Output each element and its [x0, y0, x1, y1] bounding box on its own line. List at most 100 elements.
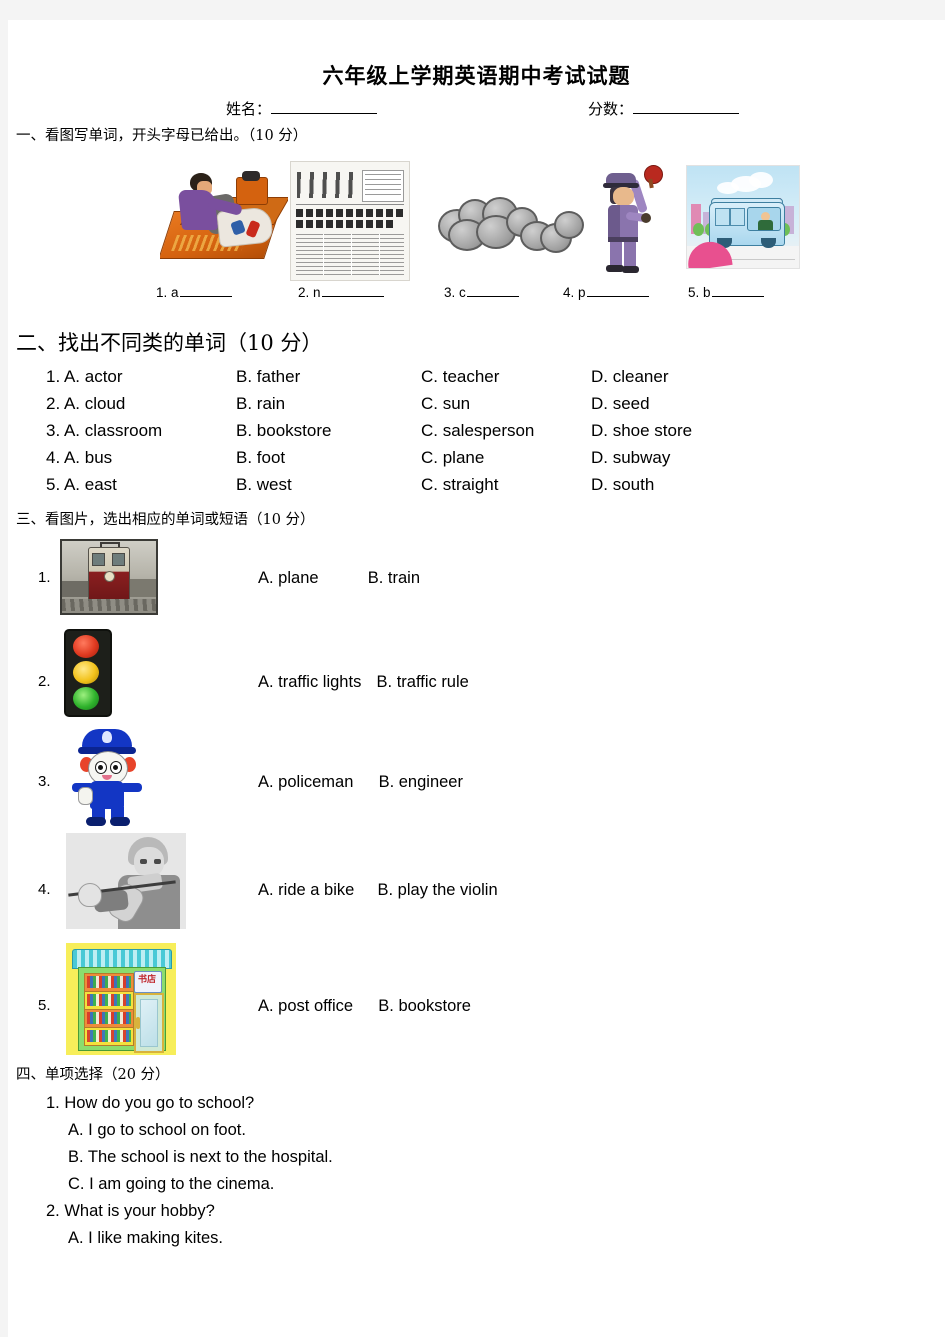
section2-heading: 二、找出不同类的单词（10 分）: [16, 331, 323, 355]
s3-item3-option-a[interactable]: A. policeman: [258, 773, 353, 791]
store-sign-text: 书店: [137, 975, 156, 985]
section1-answer-row: 1. a 2. n 3. c 4. p 5. b: [8, 283, 945, 309]
s3-item5-option-a[interactable]: A. post office: [258, 997, 353, 1015]
s3-item5-options: A. post office B. bookstore: [258, 997, 471, 1016]
table-row: 1. A. actor B. father C. teacher D. clea…: [46, 367, 945, 394]
answer-num-2: 2.: [298, 285, 310, 300]
s2-r4-option-d[interactable]: D. subway: [591, 448, 670, 468]
list-item: 3. A. policeman B. engineer: [8, 725, 945, 833]
page-title: 六年级上学期英语期中考试试题: [322, 63, 631, 88]
s2-r1-option-b[interactable]: B. father: [236, 367, 300, 387]
s2-r4-option-a[interactable]: 4. A. bus: [46, 448, 112, 468]
s3-item1-options: A. plane B. train: [258, 569, 420, 588]
traffic-light-photo: [64, 629, 112, 717]
section2-options-table: 1. A. actor B. father C. teacher D. clea…: [8, 367, 945, 502]
answer-num-4: 4.: [563, 285, 575, 300]
score-field: 分数：: [588, 98, 740, 119]
answer-prefix-1: a: [171, 285, 179, 300]
s3-item1-number: 1.: [38, 569, 51, 586]
s3-item3-options: A. policeman B. engineer: [258, 773, 463, 792]
s2-r3-option-d[interactable]: D. shoe store: [591, 421, 692, 441]
table-row: 5. A. east B. west C. straight D. south: [46, 475, 945, 502]
s4-q1-option-c[interactable]: C. I am going to the cinema.: [46, 1171, 945, 1198]
s3-item5-number: 5.: [38, 997, 51, 1014]
answer-num-1: 1.: [156, 285, 168, 300]
s2-r5-option-c[interactable]: C. straight: [421, 475, 498, 495]
score-label: 分数：: [588, 100, 634, 118]
newspaper-picture: [290, 161, 410, 281]
section3-items: 1. A. plane B. train 2. A. traffic light…: [8, 533, 945, 1061]
answer-prefix-5: b: [703, 285, 711, 300]
answer-prefix-2: n: [313, 285, 321, 300]
s3-item4-option-a[interactable]: A. ride a bike: [258, 881, 354, 899]
s2-r5-option-d[interactable]: D. south: [591, 475, 654, 495]
bookstore-photo: 书店: [66, 943, 176, 1055]
student-name-blank[interactable]: [271, 98, 378, 114]
table-row: 2. A. cloud B. rain C. sun D. seed: [46, 394, 945, 421]
section3-heading: 三、看图片，选出相应的单词或短语（10 分）: [16, 512, 315, 528]
name-score-row: 姓名： 分数：: [8, 98, 945, 124]
s4-q2-option-a[interactable]: A. I like making kites.: [46, 1225, 945, 1252]
answer-num-3: 3.: [444, 285, 456, 300]
table-row: 4. A. bus B. foot C. plane D. subway: [46, 448, 945, 475]
section4-questions: 1. How do you go to school? A. I go to s…: [8, 1090, 945, 1252]
s3-item5-option-b[interactable]: B. bookstore: [378, 997, 471, 1015]
s3-item1-option-a[interactable]: A. plane: [258, 569, 319, 587]
train-photo: [60, 539, 158, 615]
answer-blank-5[interactable]: 5. b: [688, 283, 764, 300]
s3-item2-number: 2.: [38, 673, 51, 690]
s3-item4-options: A. ride a bike B. play the violin: [258, 881, 498, 900]
list-item: 2. A. traffic lights B. traffic rule: [8, 629, 945, 725]
answer-prefix-4: p: [578, 285, 586, 300]
answer-blank-3[interactable]: 3. c: [444, 283, 519, 300]
s2-r1-option-d[interactable]: D. cleaner: [591, 367, 668, 387]
section4-heading: 四、单项选择（20 分）: [16, 1067, 170, 1083]
violin-player-photo: [66, 833, 186, 929]
s3-item2-options: A. traffic lights B. traffic rule: [258, 673, 469, 692]
s3-item2-option-b[interactable]: B. traffic rule: [377, 673, 469, 691]
s2-r5-option-a[interactable]: 5. A. east: [46, 475, 117, 495]
policeman-picture: [586, 157, 674, 277]
s2-r4-option-c[interactable]: C. plane: [421, 448, 484, 468]
s2-r2-option-d[interactable]: D. seed: [591, 394, 650, 414]
bus-picture: [686, 165, 800, 269]
answer-prefix-3: c: [459, 285, 466, 300]
answer-blank-2[interactable]: 2. n: [298, 283, 384, 300]
s2-r3-option-b[interactable]: B. bookstore: [236, 421, 331, 441]
s4-question-2: 2. What is your hobby?: [46, 1202, 215, 1220]
table-row: 3. A. classroom B. bookstore C. salesper…: [46, 421, 945, 448]
s2-r3-option-a[interactable]: 3. A. classroom: [46, 421, 162, 441]
s4-question-1: 1. How do you go to school?: [46, 1094, 255, 1112]
s3-item3-number: 3.: [38, 773, 51, 790]
exam-paper-page: 六年级上学期英语期中考试试题 姓名： 分数： 一、看图写单词，开头字母已给出。（…: [8, 20, 945, 1337]
section1-heading: 一、看图写单词，开头字母已给出。（10 分）: [16, 128, 308, 144]
student-name-label: 姓名：: [226, 100, 272, 118]
section1-picture-row: [8, 157, 945, 281]
student-name-field: 姓名：: [226, 98, 378, 119]
s2-r3-option-c[interactable]: C. salesperson: [421, 421, 534, 441]
answer-num-5: 5.: [688, 285, 700, 300]
s3-item2-option-a[interactable]: A. traffic lights: [258, 673, 361, 691]
s2-r5-option-b[interactable]: B. west: [236, 475, 292, 495]
s2-r1-option-c[interactable]: C. teacher: [421, 367, 499, 387]
s4-q1-option-b[interactable]: B. The school is next to the hospital.: [46, 1144, 945, 1171]
s2-r4-option-b[interactable]: B. foot: [236, 448, 285, 468]
s2-r2-option-c[interactable]: C. sun: [421, 394, 470, 414]
cloud-picture: [428, 193, 588, 269]
list-item: 4. A. ride a bike B. play the violin: [8, 833, 945, 941]
ambulance-picture: [160, 159, 288, 277]
answer-blank-1[interactable]: 1. a: [156, 283, 232, 300]
list-item: 1. A. plane B. train: [8, 533, 945, 629]
s4-q1-option-a[interactable]: A. I go to school on foot.: [46, 1117, 945, 1144]
s3-item4-option-b[interactable]: B. play the violin: [378, 881, 498, 899]
s2-r1-option-a[interactable]: 1. A. actor: [46, 367, 123, 387]
list-item: 5. 书店 A. post office B. bookstore: [8, 941, 945, 1061]
policeman-mascot-photo: [58, 725, 158, 829]
s3-item3-option-b[interactable]: B. engineer: [379, 773, 463, 791]
score-blank[interactable]: [633, 98, 740, 114]
answer-blank-4[interactable]: 4. p: [563, 283, 649, 300]
s3-item1-option-b[interactable]: B. train: [368, 569, 420, 587]
s2-r2-option-b[interactable]: B. rain: [236, 394, 285, 414]
s2-r2-option-a[interactable]: 2. A. cloud: [46, 394, 125, 414]
s3-item4-number: 4.: [38, 881, 51, 898]
